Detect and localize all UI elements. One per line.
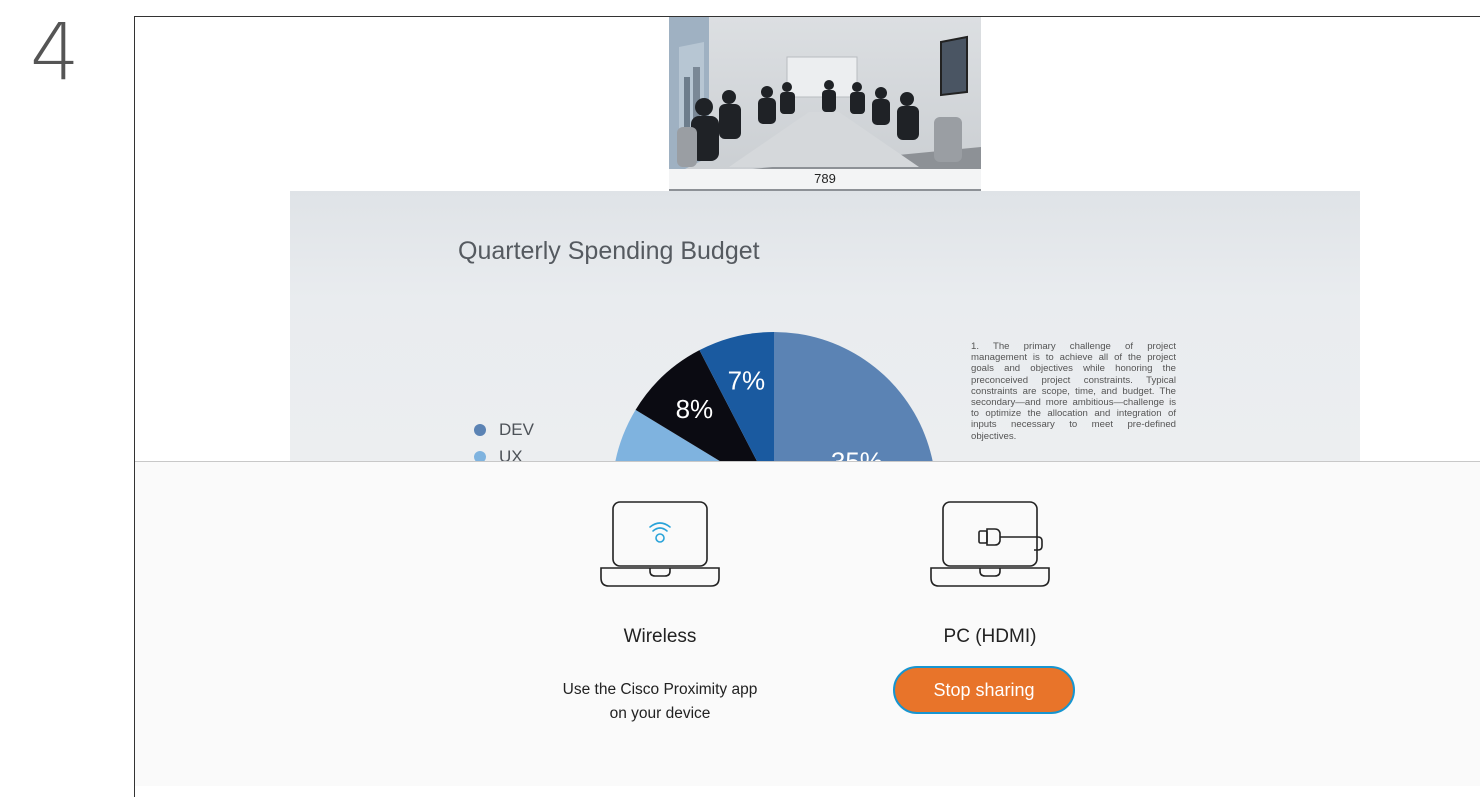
description-line: Use the Cisco Proximity app [562,681,758,698]
shared-presentation: 35% 8% 7% Quarterly Spending Budget DEV UX… [290,191,1360,461]
laptop-wireless-icon [598,500,722,595]
pie-slice-label: 35% [831,446,883,461]
legend-dot [474,423,486,436]
description-line: on your device [609,705,711,722]
legend-item-ux: UX [474,443,534,461]
source-hdmi-name: PC (HDMI) [943,626,1037,647]
pie-slice-label: 8% [676,394,714,424]
source-wireless-description: Use the Cisco Proximity app on your devi… [550,678,770,726]
conference-room-image [669,17,981,191]
stop-sharing-button[interactable]: Stop sharing [893,666,1075,714]
share-source-panel: Wireless Use the Cisco Proximity app on … [135,461,1480,786]
pie-chart: 35% 8% 7% [615,332,933,461]
presentation-title: Quarterly Spending Budget [458,237,760,265]
legend-dot [474,450,486,461]
source-wireless-name: Wireless [623,626,697,647]
laptop-hdmi-icon [928,500,1052,595]
self-view[interactable]: 789 [669,17,981,191]
legend-label: UX [499,446,523,462]
pie-slice [774,332,933,461]
self-view-label: 789 [669,169,981,189]
step-number: 4 [30,8,80,98]
pie-slice-label: 7% [728,366,766,396]
legend-label: DEV [499,419,534,439]
chart-legend: DEV UX [474,416,534,461]
presentation-body-text: 1. The primary challenge of project mana… [971,341,1176,442]
legend-item-dev: DEV [474,416,534,443]
